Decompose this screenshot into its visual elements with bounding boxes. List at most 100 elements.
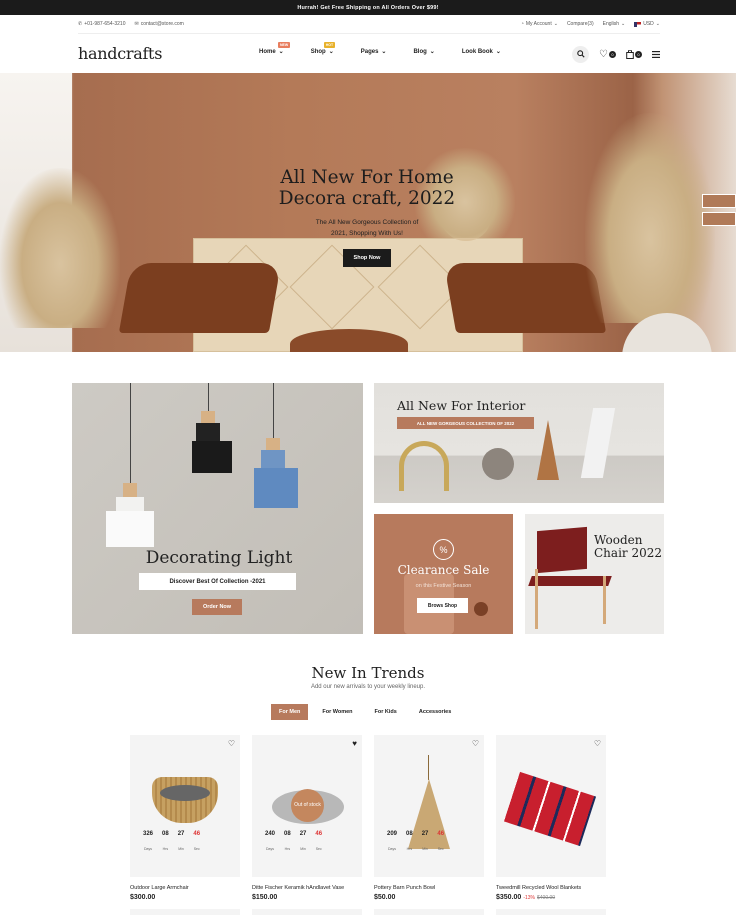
chair-banner[interactable]: Wooden Chair 2022 — [525, 514, 664, 634]
nav-pages[interactable]: Pages ⌄ — [360, 48, 387, 56]
product-price: $350.00 -13% $400.00 — [496, 894, 606, 901]
email-link[interactable]: ✉ contact@store.com — [135, 21, 184, 27]
product-image[interactable]: ♡ 326 Days 08 Hrs 27 Min 46 Sec — [130, 735, 240, 877]
product-image[interactable]: ♡ — [496, 735, 606, 877]
nav-look-book[interactable]: Look Book ⌄ — [462, 48, 501, 56]
hero-content: All New For Home Decora craft, 2022 The A… — [267, 167, 467, 267]
tab-for-women[interactable]: For Women — [314, 704, 360, 720]
product-card[interactable]: ♥ Out of stock 240 Days 08 Hrs 27 Min 46 Sec… — [252, 735, 362, 901]
countdown-value: 46 — [437, 831, 445, 837]
product-card[interactable]: ♡ Tweedmill Recycled Wool Blankets $350.… — [496, 735, 606, 901]
pampas-grass — [585, 113, 715, 323]
countdown-unit: Days — [144, 847, 152, 851]
countdown-seconds: 46 Sec — [193, 831, 200, 855]
countdown-value: 08 — [162, 831, 169, 837]
price-value: $150.00 — [252, 894, 278, 901]
chair-leg — [603, 576, 606, 624]
chevron-down-icon: ⌄ — [278, 49, 284, 55]
lamp-wire — [130, 383, 131, 483]
countdown-seconds: 46 Sec — [437, 831, 444, 855]
product-card[interactable]: ♡ 209 Days 08 Hrs 27 Min 46 Sec Pottery Barn… — [374, 735, 484, 901]
lamp-wire — [273, 383, 274, 438]
slide-thumbnail[interactable] — [702, 212, 736, 226]
countdown: 326 Days 08 Hrs 27 Min 46 Sec — [143, 831, 200, 855]
lamp-shade — [106, 511, 154, 547]
wishlist-button[interactable]: ♡ 0 — [599, 49, 616, 60]
price-value: $350.00 — [496, 894, 522, 901]
product-price: $150.00 — [252, 894, 362, 901]
tab-for-kids[interactable]: For Kids — [367, 704, 405, 720]
chair-leg — [535, 569, 538, 629]
cart-button[interactable]: 0 — [626, 49, 642, 59]
cart-count: 0 — [635, 50, 642, 58]
countdown-hours: 08 Hrs — [162, 831, 169, 855]
announcement-bar: Hurrah! Get Free Shipping on All Orders … — [0, 0, 736, 15]
site-logo[interactable]: handcrafts — [78, 44, 162, 63]
interior-banner[interactable]: All New For Interior ALL NEW GORGEOUS CO… — [374, 383, 664, 503]
heart-icon[interactable]: ♡ — [472, 739, 479, 748]
search-button[interactable] — [572, 45, 590, 63]
wishlist-count: 0 — [609, 50, 616, 58]
top-bar: ✆ +01-987-654-3210 ✉ contact@store.com ◔ My… — [78, 15, 660, 33]
heart-icon[interactable]: ♡ — [594, 739, 601, 748]
countdown: 209 Days 08 Hrs 27 Min 46 Sec — [387, 831, 444, 855]
currency-select[interactable]: USD ⌄ — [634, 21, 660, 27]
countdown-value: 326 — [143, 831, 154, 837]
countdown-hours: 08 Hrs — [284, 831, 291, 855]
arch-decor — [399, 441, 449, 491]
clearance-banner[interactable]: % Clearance Sale on this Festive Season … — [374, 514, 513, 634]
lamp-shade — [196, 423, 220, 441]
chair-back — [537, 526, 587, 574]
account-link[interactable]: ◔ My Account ⌄ — [521, 21, 558, 27]
flag-icon — [634, 21, 642, 27]
product-tabs: For Men For Women For Kids Accessories — [271, 704, 465, 720]
menu-button[interactable] — [652, 45, 660, 63]
product-name[interactable]: Outdoor Large Armchair — [130, 885, 240, 891]
leather-chair-image — [118, 263, 282, 333]
tab-for-men[interactable]: For Men — [271, 704, 309, 720]
slide-thumbnail[interactable] — [702, 194, 736, 208]
search-icon — [576, 50, 585, 58]
lamp-wire — [428, 755, 429, 780]
countdown-days: 326 Days — [143, 831, 153, 855]
product-name[interactable]: Ditte Fischer Keramik hAndlavet Vase — [252, 885, 362, 891]
banner-subtitle: on this Festive Season — [415, 583, 472, 589]
countdown-value: 240 — [265, 831, 276, 837]
countdown-hours: 08 Hrs — [406, 831, 413, 855]
product-card[interactable]: ♡ 326 Days 08 Hrs 27 Min 46 Sec Outdoor Larg… — [130, 735, 240, 901]
next-row-card — [252, 909, 362, 915]
product-name[interactable]: Pottery Barn Punch Bowl — [374, 885, 484, 891]
nav-blog[interactable]: Blog ⌄ — [413, 48, 434, 56]
lighting-banner[interactable]: Decorating Light Discover Best Of Collec… — [72, 383, 363, 634]
language-select[interactable]: English ⌄ — [603, 21, 626, 27]
slider-thumbnails — [702, 194, 736, 226]
countdown: 240 Days 08 Hrs 27 Min 46 Sec — [265, 831, 322, 855]
banner-subtitle: Discover Best Of Collection -2021 — [139, 573, 296, 590]
nav-label: Pages — [360, 48, 379, 55]
brows-shop-button[interactable]: Brows Shop — [417, 598, 468, 613]
heart-filled-icon[interactable]: ♥ — [352, 739, 357, 748]
nav-home[interactable]: Home ⌄ NEW — [259, 42, 291, 55]
hero-title-line: All New For Home — [280, 167, 454, 188]
countdown-minutes: 27 Min — [422, 831, 429, 855]
tab-accessories[interactable]: Accessories — [411, 704, 459, 720]
percent-icon: % — [433, 539, 454, 560]
countdown-unit: Sec — [315, 847, 322, 851]
product-name[interactable]: Tweedmill Recycled Wool Blankets — [496, 885, 606, 891]
hero-title-line: Decora craft, 2022 — [278, 188, 456, 209]
countdown-value: 46 — [193, 831, 201, 837]
product-price: $50.00 — [374, 894, 484, 901]
order-now-button[interactable]: Order Now — [192, 599, 242, 615]
next-row-card — [130, 909, 240, 915]
banner-title: Wooden Chair 2022 — [594, 534, 662, 560]
nav-shop[interactable]: Shop ⌄ HOT — [311, 42, 336, 55]
bag-icon — [626, 49, 634, 59]
compare-link[interactable]: Compare(3) — [567, 21, 594, 27]
phone-link[interactable]: ✆ +01-987-654-3210 — [78, 21, 126, 27]
product-image[interactable]: ♡ 209 Days 08 Hrs 27 Min 46 Sec — [374, 735, 484, 877]
heart-icon[interactable]: ♡ — [228, 739, 235, 748]
chevron-down-icon: ⌄ — [381, 49, 387, 55]
product-image[interactable]: ♥ Out of stock 240 Days 08 Hrs 27 Min 46 Sec — [252, 735, 362, 877]
email-text: contact@store.com — [140, 21, 184, 27]
shop-now-button[interactable]: Shop Now — [342, 249, 392, 267]
